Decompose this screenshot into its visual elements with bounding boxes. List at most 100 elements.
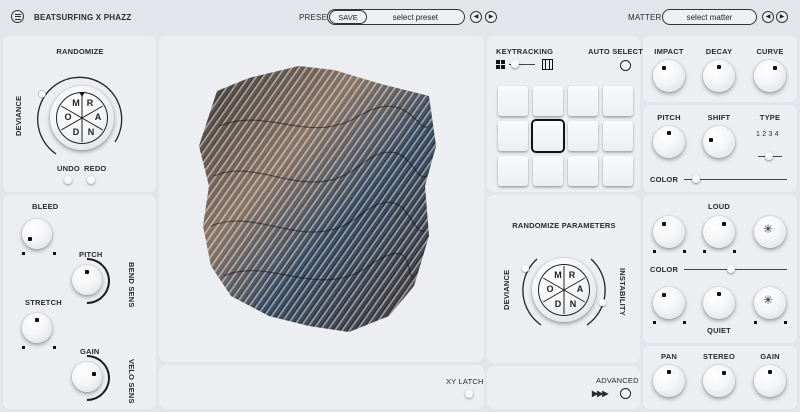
bleed-min-tick: [22, 252, 25, 255]
decay-label: DECAY: [705, 47, 733, 56]
keytracking-switch[interactable]: [511, 60, 519, 68]
loud-sparkle-knob[interactable]: ✳: [754, 216, 786, 248]
loud-knob-1[interactable]: [653, 216, 685, 248]
grid-icon[interactable]: [496, 60, 505, 69]
redo-button[interactable]: [87, 176, 95, 184]
stretch-label: STRETCH: [25, 298, 62, 307]
pitch-shift-pitch-knob[interactable]: [653, 126, 685, 158]
type-selector[interactable]: [765, 152, 773, 160]
redo-label: REDO: [84, 164, 107, 173]
loud-tick: [703, 250, 706, 253]
color2-track: [684, 269, 787, 270]
prev-icon: ◀: [473, 14, 479, 20]
keytracking-pad[interactable]: [498, 121, 528, 151]
randomize-params-dial[interactable]: R A N D O M: [519, 245, 609, 335]
quiet-tick: [784, 321, 787, 324]
color1-label: COLOR: [650, 175, 679, 184]
randomize-title: RANDOMIZE: [56, 47, 104, 56]
brand-title: BEATSURFING X PHAZZ: [34, 13, 132, 22]
bend-sens-label: BEND SENS: [127, 262, 136, 308]
advanced-arrows-icon[interactable]: ▶▶▶: [592, 389, 609, 398]
velo-sens-label: VELO SENS: [127, 359, 136, 404]
dial-letter: R: [86, 98, 94, 108]
randomize-params-knob[interactable]: R A N D O M: [532, 258, 596, 322]
auto-select-label: AUTO SELECT: [588, 47, 643, 56]
dial-letter: N: [569, 299, 577, 309]
undo-button[interactable]: [64, 176, 72, 184]
quiet-tick: [683, 321, 686, 324]
color2-label: COLOR: [650, 265, 679, 274]
randomize-dial[interactable]: R A N D O M: [36, 76, 124, 164]
keytracking-pad[interactable]: [603, 86, 633, 116]
dial-letter: D: [554, 299, 562, 309]
decay-knob[interactable]: [703, 60, 735, 92]
keytracking-pad[interactable]: [603, 156, 633, 186]
quiet-knob-2[interactable]: [703, 287, 735, 319]
keytracking-pad[interactable]: [568, 86, 598, 116]
stretch-max-tick: [53, 346, 56, 349]
loud-tick: [683, 250, 686, 253]
dial-letter: A: [94, 112, 102, 122]
keytracking-pad[interactable]: [568, 156, 598, 186]
dial-letter: O: [64, 112, 72, 122]
quiet-sparkle-knob[interactable]: ✳: [754, 287, 786, 319]
color2-slider[interactable]: [726, 265, 735, 273]
curve-label: CURVE: [756, 47, 784, 56]
dial-letter: R: [568, 270, 576, 280]
output-gain-knob[interactable]: [754, 365, 786, 397]
loud-knob-2[interactable]: [703, 216, 735, 248]
undo-label: UNDO: [57, 164, 80, 173]
shift-label: SHIFT: [707, 113, 731, 122]
impact-label: IMPACT: [654, 47, 684, 56]
preset-next-button[interactable]: ▶: [485, 11, 497, 23]
color1-slider[interactable]: [691, 175, 700, 183]
advanced-label: ADVANCED: [596, 376, 639, 385]
advanced-toggle[interactable]: [620, 388, 631, 399]
piano-keys-icon[interactable]: [542, 59, 553, 70]
dial-letter: A: [576, 284, 584, 294]
pan-knob[interactable]: [653, 365, 685, 397]
keytracking-pad[interactable]: [533, 86, 563, 116]
keytracking-pad[interactable]: [498, 156, 528, 186]
deviance-handle[interactable]: [522, 265, 529, 272]
matter-label: MATTER: [628, 13, 662, 22]
advanced-panel: [487, 366, 640, 409]
auto-select-toggle[interactable]: [620, 60, 631, 71]
pitch-shift-pitch-label: PITCH: [657, 113, 681, 122]
matter-next-button[interactable]: ▶: [776, 11, 788, 23]
dial-letter: N: [87, 127, 95, 137]
keytracking-pad[interactable]: [533, 121, 563, 151]
randomize-knob[interactable]: R A N D O M: [50, 86, 114, 150]
instability-handle[interactable]: [599, 299, 606, 306]
xy-latch-toggle[interactable]: [465, 390, 473, 398]
matter-visualizer[interactable]: [159, 36, 484, 362]
matter-prev-button[interactable]: ◀: [762, 11, 774, 23]
quiet-knob-1[interactable]: [653, 287, 685, 319]
save-button[interactable]: SAVE: [329, 10, 367, 24]
next-icon: ▶: [779, 14, 785, 20]
keytracking-pad[interactable]: [568, 121, 598, 151]
stereo-knob[interactable]: [703, 365, 735, 397]
keytracking-pad[interactable]: [603, 121, 633, 151]
matter-value: select matter: [686, 12, 733, 22]
curve-knob[interactable]: [754, 60, 786, 92]
random-wheel: R A N D O M: [538, 264, 590, 316]
quiet-tick: [754, 321, 757, 324]
bleed-knob[interactable]: [22, 219, 52, 249]
dial-letter: M: [72, 98, 80, 108]
next-icon: ▶: [488, 14, 494, 20]
sparkle-icon: ✳: [763, 222, 774, 236]
stretch-min-tick: [22, 346, 25, 349]
shift-knob[interactable]: [703, 126, 735, 158]
xy-latch-panel: [159, 365, 484, 409]
stretch-knob[interactable]: [22, 313, 52, 343]
preset-value: select preset: [392, 12, 438, 22]
preset-prev-button[interactable]: ◀: [470, 11, 482, 23]
matter-selector[interactable]: select matter: [662, 9, 757, 25]
quiet-tick: [653, 321, 656, 324]
keytracking-pad[interactable]: [533, 156, 563, 186]
menu-icon[interactable]: [11, 10, 24, 23]
keytracking-pad[interactable]: [498, 86, 528, 116]
impact-knob[interactable]: [653, 60, 685, 92]
deviance-label: DEVIANCE: [14, 95, 23, 136]
